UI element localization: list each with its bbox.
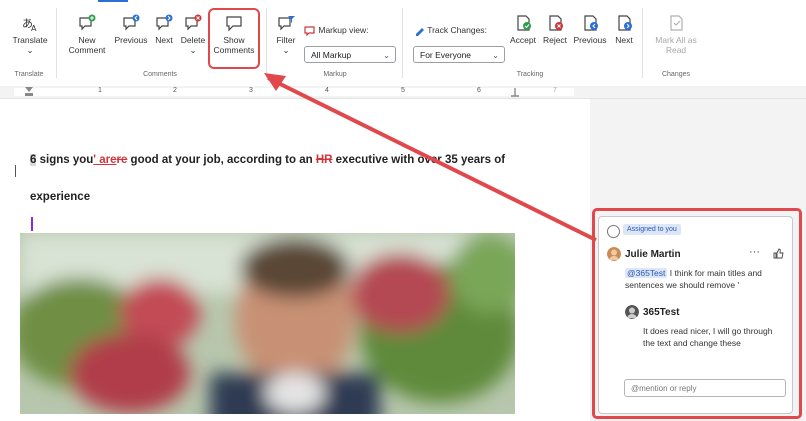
like-icon[interactable] bbox=[773, 248, 784, 259]
reply-author: 365Test bbox=[643, 307, 680, 318]
comment-author: Julie Martin bbox=[625, 249, 681, 260]
reply-text: It does read nicer, I will go through th… bbox=[643, 326, 773, 348]
more-options-icon[interactable]: ··· bbox=[749, 246, 760, 258]
reply-avatar bbox=[625, 305, 639, 319]
comment-text: @365Test I think for main titles and sen… bbox=[625, 267, 785, 291]
avatar bbox=[607, 247, 621, 261]
resolve-circle-icon[interactable] bbox=[607, 225, 620, 238]
assigned-badge: Assigned to you bbox=[623, 224, 681, 235]
reply-input[interactable]: @mention or reply bbox=[624, 379, 786, 397]
comment-mention[interactable]: @365Test bbox=[625, 268, 668, 278]
comment-card[interactable]: Assigned to you Julie Martin ··· @365Tes… bbox=[598, 216, 793, 414]
